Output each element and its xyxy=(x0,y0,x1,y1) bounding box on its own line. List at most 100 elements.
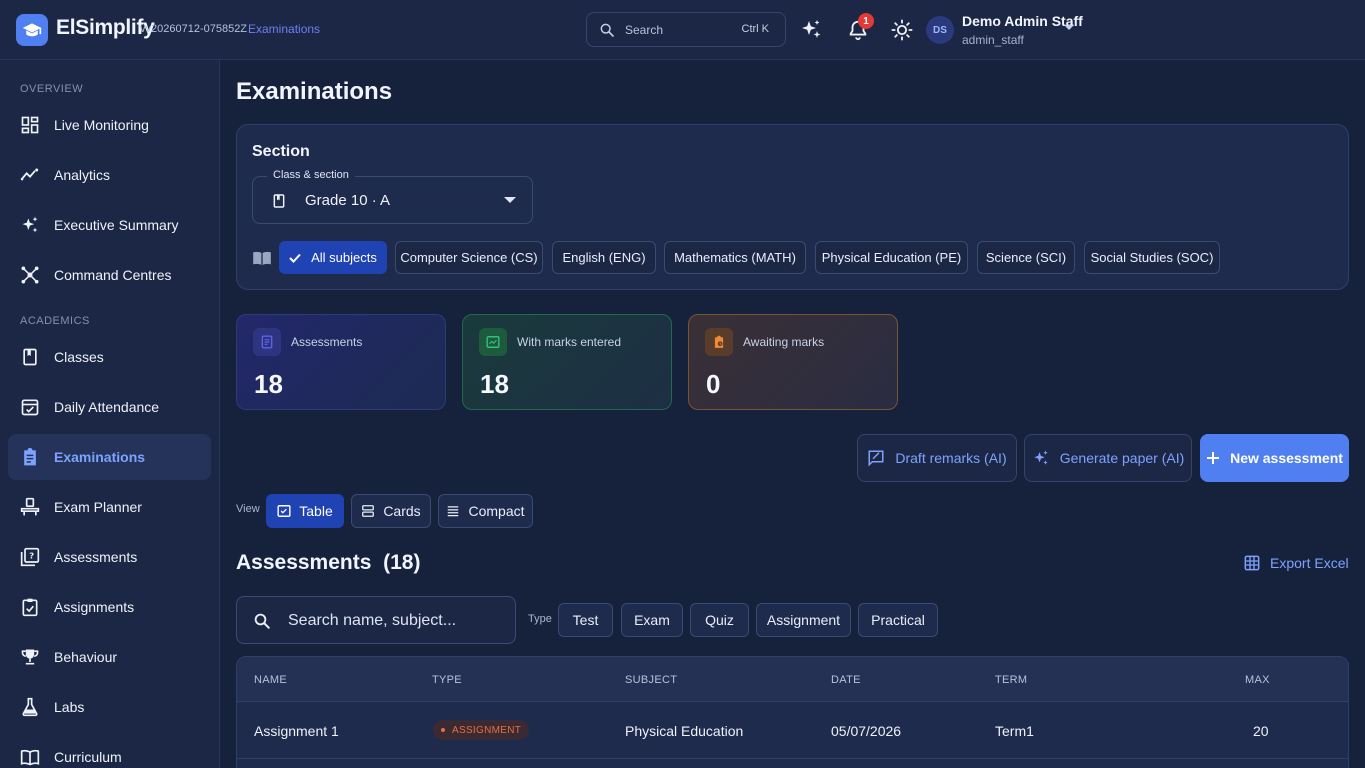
sidebar-item-command-centres[interactable]: Command Centres xyxy=(8,252,211,298)
sidebar-item-label: Classes xyxy=(54,349,104,365)
assessment-search-input[interactable]: Search name, subject... xyxy=(236,596,516,644)
comment-edit-icon xyxy=(867,449,885,467)
sidebar-section-academics: ACADEMICS xyxy=(20,315,90,327)
subjects-book-icon xyxy=(252,250,272,266)
sidebar-item-curriculum[interactable]: Curriculum xyxy=(8,734,211,768)
user-role: admin_staff xyxy=(962,33,1024,47)
view-cards-button[interactable]: Cards xyxy=(351,494,431,528)
stat-value: 18 xyxy=(254,369,283,399)
trophy-icon xyxy=(20,647,40,667)
view-compact-button[interactable]: Compact xyxy=(438,494,533,528)
search-placeholder: Search name, subject... xyxy=(288,612,457,629)
new-assessment-button[interactable]: New assessment xyxy=(1200,434,1349,482)
search-icon xyxy=(253,612,271,630)
cell-max: 20 xyxy=(1253,723,1269,739)
sidebar-item-examinations[interactable]: Examinations xyxy=(8,434,211,480)
chip-label: Practical xyxy=(871,612,925,628)
attendance-icon xyxy=(20,397,40,417)
sidebar-item-executive-summary[interactable]: Executive Summary xyxy=(8,202,211,248)
chip-label: Test xyxy=(572,612,599,628)
type-badge: ASSIGNMENT xyxy=(433,720,530,740)
hub-icon xyxy=(20,265,40,285)
type-filter-test[interactable]: Test xyxy=(558,603,613,637)
subject-chip-all[interactable]: All subjects xyxy=(279,241,387,274)
draft-remarks-button[interactable]: Draft remarks (AI) xyxy=(857,434,1017,482)
subject-chip-soc[interactable]: Social Studies (SOC) xyxy=(1084,241,1220,274)
version-label: vv20260712-075852Z xyxy=(140,23,248,35)
sidebar-item-labs[interactable]: Labs xyxy=(8,684,211,730)
type-filter-exam[interactable]: Exam xyxy=(621,603,683,637)
plus-icon xyxy=(1206,451,1220,465)
sidebar-item-assessments[interactable]: ? Assessments xyxy=(8,534,211,580)
search-placeholder: Search xyxy=(625,23,664,37)
avatar[interactable]: DS xyxy=(926,16,954,44)
sidebar-item-live-monitoring[interactable]: Live Monitoring xyxy=(8,102,211,148)
generate-paper-button[interactable]: Generate paper (AI) xyxy=(1024,434,1192,482)
column-header-date[interactable]: DATE xyxy=(831,674,861,686)
type-filter-practical[interactable]: Practical xyxy=(858,603,938,637)
list-title-text: Assessments xyxy=(236,551,372,574)
sidebar-item-exam-planner[interactable]: Exam Planner xyxy=(8,484,211,530)
button-label: New assessment xyxy=(1230,450,1343,466)
book-icon xyxy=(20,347,40,367)
column-header-name[interactable]: NAME xyxy=(254,674,287,686)
type-dot xyxy=(441,728,445,732)
sidebar-item-analytics[interactable]: Analytics xyxy=(8,152,211,198)
trend-icon xyxy=(20,165,40,185)
sidebar-item-behaviour[interactable]: Behaviour xyxy=(8,634,211,680)
sidebar-item-assignments[interactable]: Assignments xyxy=(8,584,211,630)
type-badge-label: ASSIGNMENT xyxy=(452,724,522,736)
subject-chip-math[interactable]: Mathematics (MATH) xyxy=(664,241,806,274)
column-header-subject[interactable]: SUBJECT xyxy=(625,674,677,686)
chip-label: All subjects xyxy=(311,250,377,265)
stat-value: 18 xyxy=(480,369,509,399)
sidebar-item-label: Live Monitoring xyxy=(54,117,149,133)
chip-label: Assignment xyxy=(766,612,841,628)
stat-value: 0 xyxy=(706,369,721,399)
theme-toggle-button[interactable] xyxy=(889,17,915,43)
sparkle-icon xyxy=(20,215,40,235)
type-filter-label: Type xyxy=(528,613,552,625)
column-header-max[interactable]: MAX xyxy=(1245,674,1270,686)
column-header-type[interactable]: TYPE xyxy=(432,674,462,686)
chip-label: Social Studies (SOC) xyxy=(1090,250,1214,265)
sidebar-item-label: Analytics xyxy=(54,167,111,183)
type-filter-assignment[interactable]: Assignment xyxy=(756,603,851,637)
sidebar-item-classes[interactable]: Classes xyxy=(8,334,211,380)
type-filter-quiz[interactable]: Quiz xyxy=(690,603,749,637)
sidebar-item-daily-attendance[interactable]: Daily Attendance xyxy=(8,384,211,430)
class-section-select[interactable]: Class & section Grade 10 · A xyxy=(252,169,533,224)
chip-label: Science (SCI) xyxy=(985,250,1067,265)
button-label: Table xyxy=(299,503,333,519)
sidebar-item-label: Behaviour xyxy=(54,649,118,665)
breadcrumb[interactable]: Examinations xyxy=(248,22,320,36)
view-table-button[interactable]: Table xyxy=(266,494,344,528)
chip-label: Physical Education (PE) xyxy=(821,250,962,265)
subject-chip-sci[interactable]: Science (SCI) xyxy=(977,241,1075,274)
app-logo[interactable] xyxy=(16,14,48,46)
subject-chip-pe[interactable]: Physical Education (PE) xyxy=(815,241,968,274)
column-header-term[interactable]: TERM xyxy=(995,674,1027,686)
svg-text:?: ? xyxy=(29,551,34,561)
button-label: Draft remarks (AI) xyxy=(895,450,1007,466)
export-excel-button[interactable]: Export Excel xyxy=(1244,555,1349,571)
sidebar-item-label: Daily Attendance xyxy=(54,399,160,415)
table-row[interactable]: Assignment 1 ASSIGNMENT Physical Educati… xyxy=(237,703,1348,759)
assignment-icon xyxy=(20,597,40,617)
sidebar-section-overview: OVERVIEW xyxy=(20,83,84,95)
book-icon xyxy=(271,192,287,210)
subject-chip-cs[interactable]: Computer Science (CS) xyxy=(395,241,543,274)
user-menu-caret-icon[interactable] xyxy=(1063,24,1075,32)
stat-card-awaiting-marks: Awaiting marks 0 xyxy=(688,314,898,410)
subject-chip-eng[interactable]: English (ENG) xyxy=(552,241,656,274)
cell-name: Assignment 1 xyxy=(254,723,339,739)
planner-icon xyxy=(20,497,40,517)
document-icon xyxy=(253,328,281,356)
global-search-input[interactable]: Search Ctrl K xyxy=(586,12,786,47)
top-bar: ElSimplify vv20260712-075852Z Examinatio… xyxy=(0,0,1365,60)
sparkle-icon xyxy=(1032,449,1050,467)
ai-sparkle-button[interactable] xyxy=(798,17,824,43)
sidebar-item-label: Labs xyxy=(54,699,85,715)
pending-clipboard-icon xyxy=(705,328,733,356)
select-label: Class & section xyxy=(267,169,355,181)
